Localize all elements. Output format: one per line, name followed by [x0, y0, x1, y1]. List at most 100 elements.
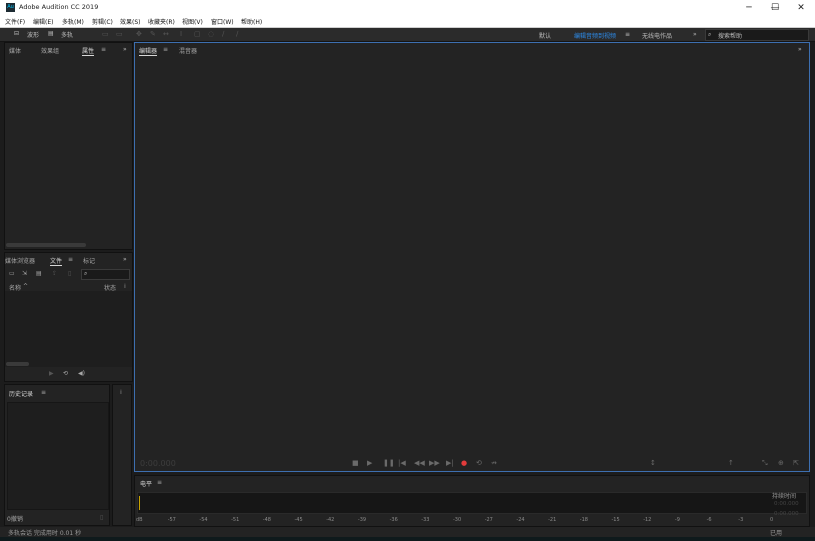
editor-panel-menu-icon[interactable]: ≡ [163, 46, 168, 53]
zoom-selection-icon[interactable]: ⊕ [778, 459, 784, 467]
minimize-button-2[interactable]: ─ [736, 0, 762, 16]
multitrack-view-icon[interactable]: ▤ [48, 30, 54, 37]
loop-playback-button[interactable]: ⟲ [476, 459, 482, 467]
duration-label: 持续时间 [772, 493, 797, 500]
spectral-display-icon[interactable]: ▭ [102, 30, 109, 38]
skip-selection-button[interactable]: ↛ [491, 459, 497, 467]
history-panel-title[interactable]: 历史记录 [9, 389, 33, 398]
move-tool-icon[interactable]: ✥ [136, 30, 142, 38]
level-scale-tick: -27 [484, 517, 493, 523]
level-scale-tick: -45 [294, 517, 303, 523]
menu-window[interactable]: 窗口(W) [211, 17, 234, 26]
tab-editor[interactable]: 编辑器 [139, 46, 158, 56]
status-bar: 多轨会话 完成用时 0.01 秒 已用 [0, 527, 815, 537]
lasso-tool-icon[interactable]: ◌ [208, 30, 214, 38]
stop-button[interactable]: ■ [352, 459, 359, 467]
delete-history-icon[interactable]: ▯ [100, 514, 103, 521]
spot-healing-tool-icon[interactable]: ∕ [236, 30, 238, 38]
duration-value-1: 0:00.000 [774, 501, 799, 507]
rewind-button[interactable]: ◀◀ [414, 459, 425, 467]
razor-tool-icon[interactable]: ✎ [150, 30, 156, 38]
level-panel-menu-icon[interactable]: ≡ [157, 479, 162, 486]
tab-media-browser[interactable]: 媒体浏览器 [5, 256, 35, 265]
move-to-next-button[interactable]: ▶| [446, 459, 454, 467]
level-scale-tick: -15 [611, 517, 620, 523]
more-workspaces-icon[interactable]: » [693, 31, 697, 38]
zoom-amplitude-icon[interactable]: ↕ [650, 459, 656, 467]
waveform-button[interactable]: 波形 [27, 30, 39, 39]
tab-media[interactable]: 媒体 [9, 46, 21, 55]
play-button[interactable]: ▶ [367, 459, 372, 467]
open-file-icon[interactable]: ▭ [9, 270, 15, 277]
history-panel-menu-icon[interactable]: ≡ [41, 389, 46, 396]
pitch-display-icon[interactable]: ▭ [116, 30, 123, 38]
import-file-icon[interactable]: ⇲ [22, 270, 27, 277]
tab-files[interactable]: 文件 [50, 256, 63, 266]
panel-menu-icon[interactable]: ≡ [101, 46, 106, 53]
record-button[interactable]: ● [461, 459, 467, 467]
multitrack-button[interactable]: 多轨 [61, 30, 73, 39]
zoom-to-fit-icon[interactable]: ⇱ [793, 459, 799, 467]
horizontal-scrollbar[interactable] [6, 243, 86, 247]
help-search-input[interactable]: ⌕ 搜索帮助 [705, 29, 809, 41]
tab-properties[interactable]: 属性 [82, 46, 95, 56]
level-panel-title[interactable]: 电平 [140, 479, 152, 488]
level-scale-tick: -51 [231, 517, 240, 523]
marquee-tool-icon[interactable]: ▢ [194, 30, 201, 38]
menu-favorites[interactable]: 收藏夹(R) [148, 17, 175, 26]
level-scale-tick: -39 [357, 517, 367, 523]
delete-file-icon[interactable]: ▯ [68, 270, 71, 277]
brush-tool-icon[interactable]: ∕ [222, 30, 224, 38]
toolbar: ⊟ 波形 ▤ 多轨 ▭ ▭ ✥ ✎ ↔ I ▢ ◌ ∕ ∕ 默认 编辑音频到视频… [0, 28, 815, 42]
zoom-out-full-icon[interactable]: ⤡ [762, 459, 768, 468]
column-more-icon[interactable]: ⁞ [124, 283, 126, 290]
auto-play-icon[interactable]: ◀) [78, 370, 85, 377]
level-meter-bar [137, 492, 807, 514]
menu-file[interactable]: 文件(F) [5, 17, 25, 26]
waveform-view-icon[interactable]: ⊟ [14, 30, 19, 37]
insert-into-multitrack-icon[interactable]: ⇪ [52, 270, 57, 277]
maximize-button[interactable]: ☐ [762, 0, 788, 16]
menu-clip[interactable]: 剪辑(C) [92, 17, 113, 26]
workspace-default[interactable]: 默认 [539, 31, 551, 40]
search-icon: ⌕ [708, 31, 712, 38]
level-meter-indicator [139, 496, 140, 510]
workspace-edit-audio-to-video[interactable]: 编辑音频到视频 [574, 31, 616, 40]
menu-view[interactable]: 视图(V) [182, 17, 203, 26]
help-search-placeholder: 搜索帮助 [718, 33, 743, 40]
loop-preview-icon[interactable]: ⟲ [63, 370, 68, 377]
tab-markers[interactable]: 标记 [83, 256, 95, 265]
files-list [5, 291, 132, 367]
menu-edit[interactable]: 编辑(E) [33, 17, 53, 26]
menu-multitrack[interactable]: 多轨(M) [62, 17, 84, 26]
slip-tool-icon[interactable]: ↔ [163, 30, 169, 38]
close-button[interactable]: ✕ [788, 0, 814, 16]
window-title: Adobe Audition CC 2019 [19, 3, 99, 11]
status-right: 已用 [770, 530, 783, 537]
play-preview-icon[interactable]: ▶ [49, 370, 54, 377]
fast-forward-button[interactable]: ▶▶ [429, 459, 440, 467]
workspace-radio-production[interactable]: 无线电作品 [642, 31, 672, 40]
files-search-input[interactable]: ⌕ [81, 269, 130, 280]
expand-files-panel-icon[interactable]: » [123, 256, 127, 263]
tab-effects-rack[interactable]: 效果组 [41, 46, 59, 55]
title-bar: Au Adobe Audition CC 2019 — ✕ ─ ☐ [0, 0, 815, 17]
history-panel: 历史记录 ≡ 0撤销 ▯ [4, 384, 110, 526]
menu-help[interactable]: 帮助(H) [241, 17, 262, 26]
level-scale-tick: 0 [770, 517, 774, 523]
expand-panel-icon[interactable]: » [123, 46, 127, 53]
files-panel-menu-icon[interactable]: ≡ [68, 256, 73, 263]
workspace-menu-icon[interactable]: ≡ [625, 31, 630, 38]
pause-button[interactable]: ❚❚ [383, 459, 395, 467]
history-list [7, 402, 109, 510]
files-horizontal-scrollbar[interactable] [6, 362, 29, 366]
tab-mixer[interactable]: 混音器 [179, 46, 197, 55]
collapsed-panel-menu-icon[interactable]: ⁞ [120, 389, 122, 396]
menu-effects[interactable]: 效果(S) [120, 17, 141, 26]
zoom-in-time-icon[interactable]: ↑ [728, 459, 734, 467]
new-file-icon[interactable]: ▤ [36, 270, 42, 277]
expand-editor-icon[interactable]: » [798, 46, 802, 53]
level-scale-tick: -24 [516, 517, 525, 523]
time-selection-tool-icon[interactable]: I [180, 30, 182, 38]
move-to-previous-button[interactable]: |◀ [398, 459, 406, 467]
